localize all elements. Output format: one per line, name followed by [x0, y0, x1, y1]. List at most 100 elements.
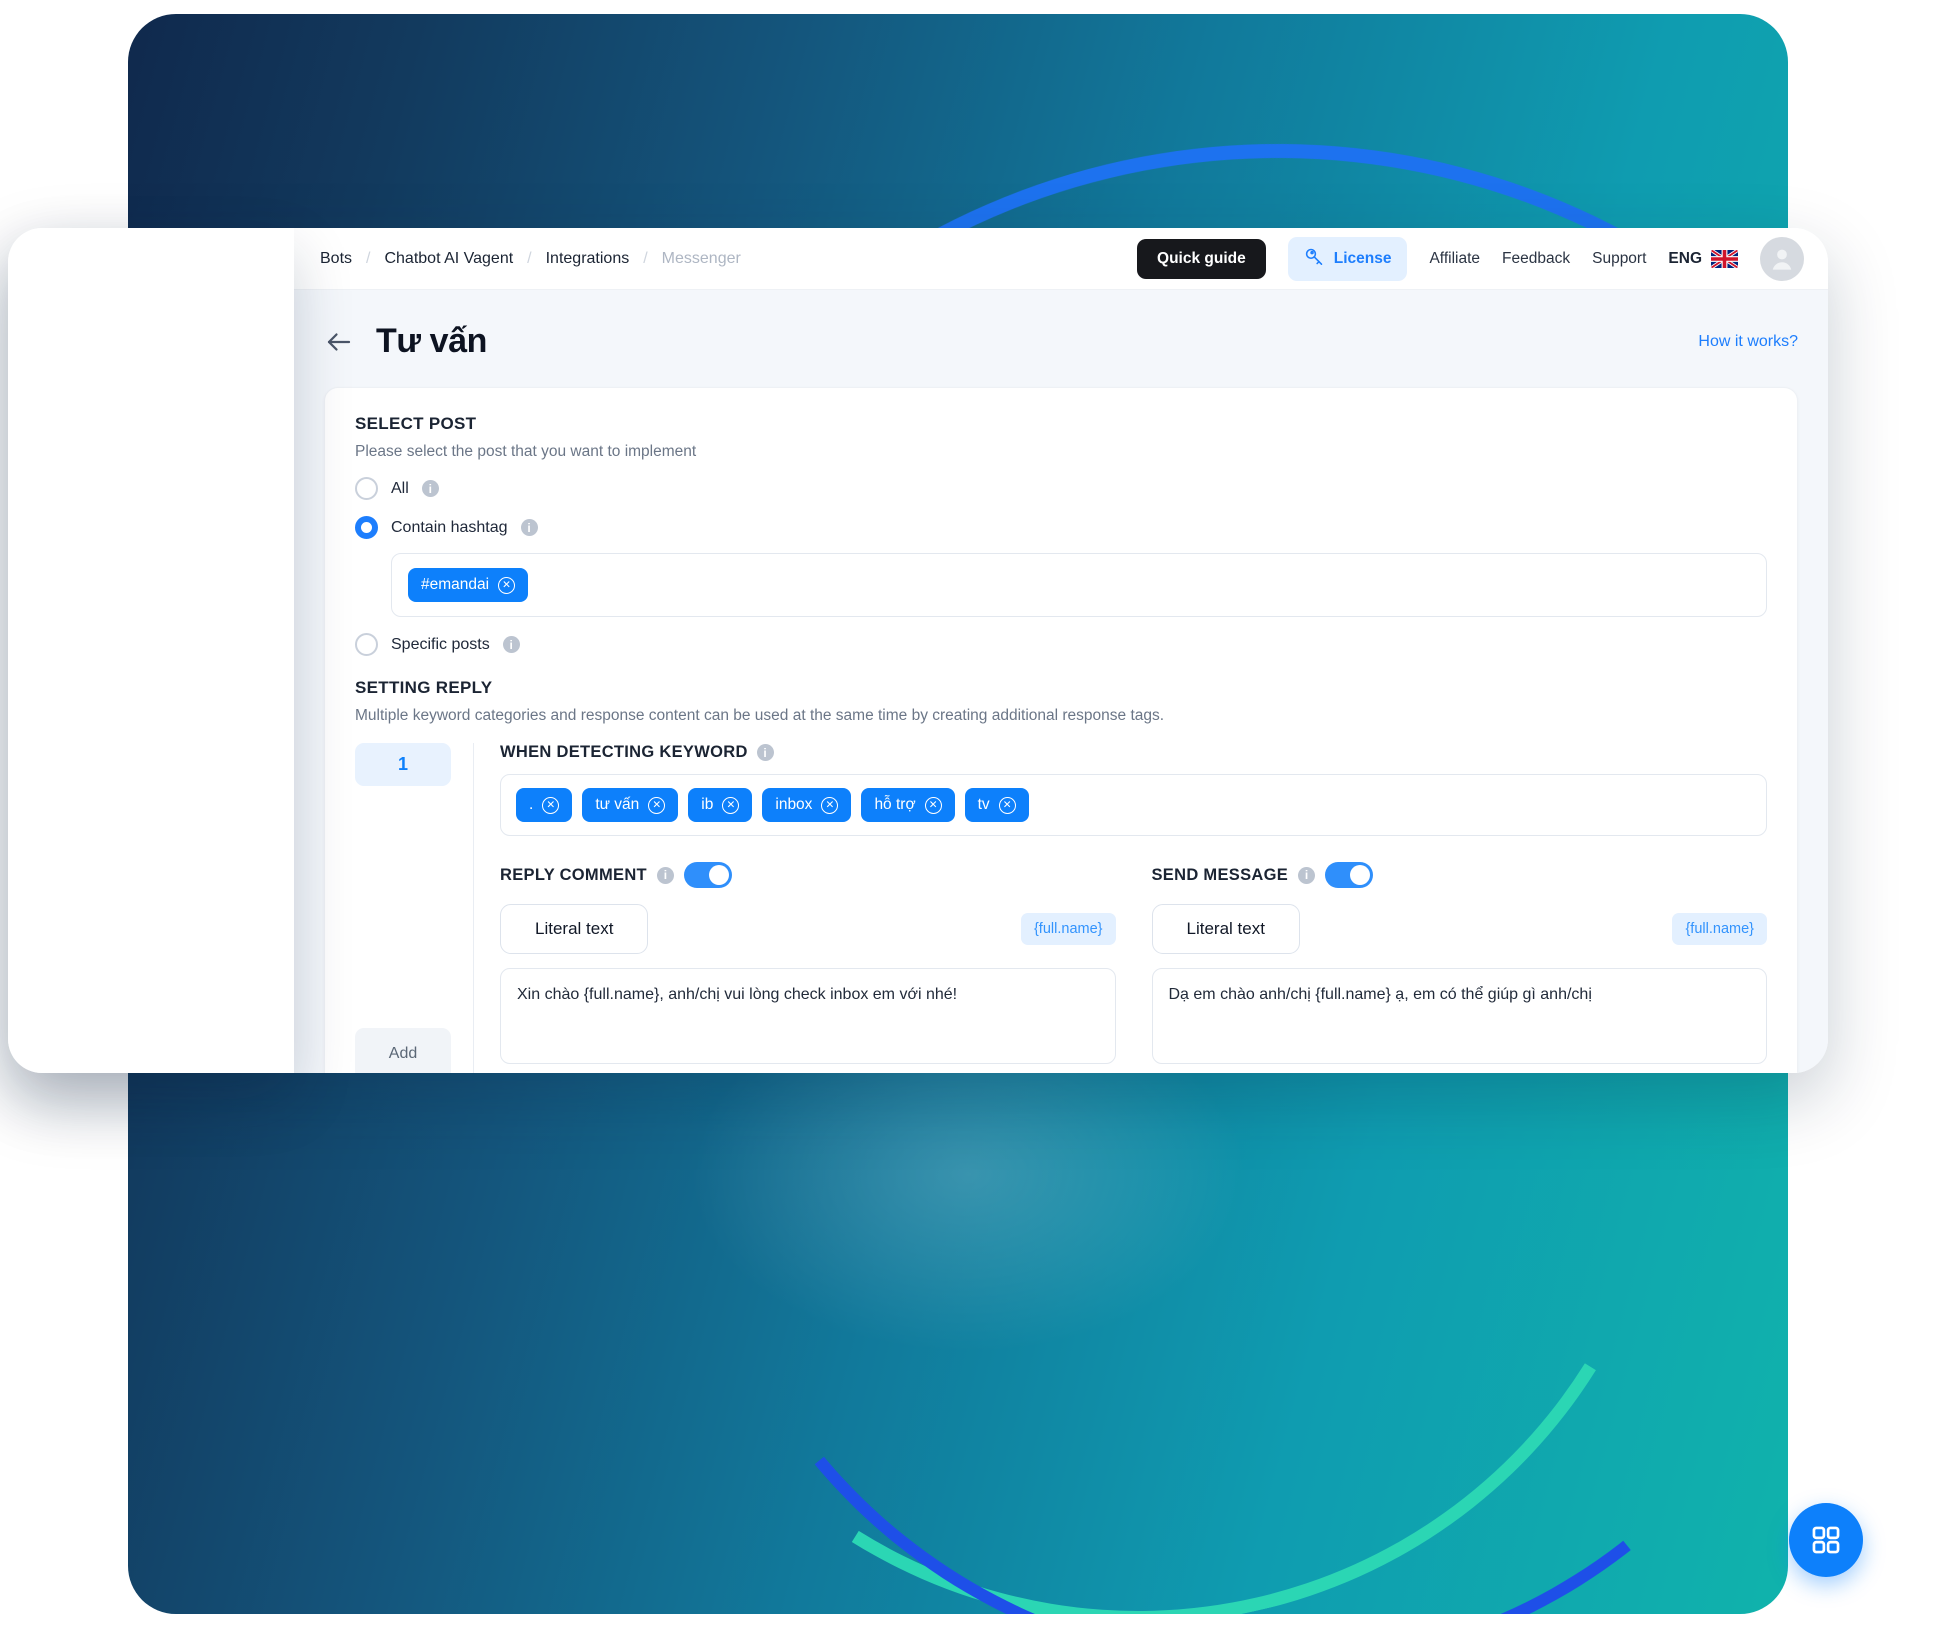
reply-comment-title: REPLY COMMENT — [500, 865, 647, 884]
reply-columns: REPLY COMMENT i Literal text {full.name} — [500, 862, 1767, 1073]
keyword-chip[interactable]: inbox ✕ — [762, 788, 852, 822]
breadcrumb-separator: / — [366, 249, 371, 267]
remove-icon[interactable]: ✕ — [998, 796, 1016, 814]
reply-comment-toolbar: Literal text {full.name} — [500, 904, 1116, 954]
nav-support[interactable]: Support — [1592, 250, 1646, 268]
nav-affiliate[interactable]: Affiliate — [1429, 250, 1480, 268]
breadcrumb-separator: / — [643, 249, 648, 267]
reply-comment-literal-text-button[interactable]: Literal text — [500, 904, 649, 954]
radio-all-label: All — [391, 479, 409, 497]
keyword-chip-label: . — [529, 796, 534, 813]
send-message-toggle[interactable] — [1325, 862, 1374, 888]
radio-all[interactable] — [355, 477, 378, 500]
send-message-variable-chip[interactable]: {full.name} — [1672, 913, 1767, 945]
keyword-chip[interactable]: ib ✕ — [688, 788, 753, 822]
remove-icon[interactable]: ✕ — [648, 796, 666, 814]
reply-comment-toggle[interactable] — [683, 862, 732, 888]
keyword-section-title: WHEN DETECTING KEYWORD i — [500, 743, 1767, 762]
info-icon[interactable]: i — [756, 744, 774, 761]
quick-guide-button[interactable]: Quick guide — [1137, 238, 1266, 279]
send-message-textarea[interactable] — [1151, 968, 1767, 1064]
radio-contain-hashtag-label: Contain hashtag — [391, 518, 508, 536]
toggle-knob — [1350, 865, 1371, 885]
breadcrumb: Bots / Chatbot AI Vagent / Integrations … — [320, 250, 741, 268]
select-post-subtitle: Please select the post that you want to … — [355, 443, 697, 460]
page-header: Tư vấn How it works? — [324, 322, 1798, 361]
page-back-icon[interactable] — [324, 327, 354, 357]
remove-icon[interactable]: ✕ — [722, 796, 740, 814]
breadcrumb-item-bots[interactable]: Bots — [320, 250, 352, 268]
grid-icon — [1812, 1526, 1840, 1554]
reply-tab-column: 1 Add — [355, 743, 473, 1073]
setting-reply-subtitle: Multiple keyword categories and response… — [355, 707, 1165, 724]
user-icon — [1772, 249, 1792, 270]
radio-option-contain-hashtag[interactable]: Contain hashtag i — [355, 516, 1767, 539]
breadcrumb-item-integrations[interactable]: Integrations — [546, 250, 630, 268]
license-label: License — [1333, 249, 1392, 267]
breadcrumb-item-chatbot[interactable]: Chatbot AI Vagent — [384, 250, 513, 268]
reply-comment-textarea[interactable] — [500, 968, 1116, 1064]
keyword-chip[interactable]: hỗ trợ ✕ — [861, 788, 955, 822]
hashtag-input-field[interactable]: #emandai ✕ — [391, 553, 1767, 617]
radio-contain-hashtag[interactable] — [355, 516, 378, 539]
keyword-chip-label: inbox — [775, 796, 813, 813]
reply-tab-1[interactable]: 1 — [355, 743, 451, 786]
reply-comment-header: REPLY COMMENT i — [500, 862, 1116, 888]
keyword-chip-label: tv — [977, 796, 990, 813]
reply-detail-column: WHEN DETECTING KEYWORD i . ✕ tư vấn ✕ ib… — [473, 743, 1767, 1073]
keyword-chip[interactable]: tư vấn ✕ — [582, 788, 679, 822]
radio-specific-posts[interactable] — [355, 633, 378, 656]
keyword-chip[interactable]: . ✕ — [516, 788, 573, 822]
remove-icon[interactable]: ✕ — [542, 796, 560, 814]
uk-flag-icon — [1711, 249, 1738, 268]
toggle-knob — [708, 865, 729, 885]
select-post-title: SELECT POST — [355, 414, 477, 433]
hashtag-chip[interactable]: #emandai ✕ — [408, 568, 529, 602]
page-body: Tư vấn How it works? SELECT POST Please … — [294, 290, 1828, 1073]
keyword-chip[interactable]: tv ✕ — [964, 788, 1029, 822]
reply-grid: 1 Add WHEN DETECTING KEYWORD i . ✕ tư vấ… — [355, 743, 1767, 1073]
page-title: Tư vấn — [376, 322, 488, 360]
info-icon[interactable]: i — [1298, 866, 1316, 884]
keyword-title-label: WHEN DETECTING KEYWORD — [500, 743, 748, 761]
sidebar-panel-backdrop — [8, 228, 294, 1073]
key-icon — [1304, 246, 1325, 272]
radio-specific-posts-label: Specific posts — [391, 635, 490, 653]
send-message-toolbar: Literal text {full.name} — [1151, 904, 1767, 954]
breadcrumb-separator: / — [527, 249, 532, 267]
settings-card: SELECT POST Please select the post that … — [324, 387, 1798, 1073]
apps-grid-fab[interactable] — [1789, 1503, 1863, 1577]
radio-option-specific-posts[interactable]: Specific posts i — [355, 633, 1767, 656]
reply-comment-section: REPLY COMMENT i Literal text {full.name} — [500, 862, 1116, 1073]
how-it-works-link[interactable]: How it works? — [1698, 333, 1798, 351]
avatar[interactable] — [1760, 236, 1804, 281]
setting-reply-title: SETTING REPLY — [355, 678, 493, 697]
reply-comment-variable-chip[interactable]: {full.name} — [1020, 913, 1116, 945]
nav-feedback[interactable]: Feedback — [1502, 250, 1570, 268]
hashtag-chip-label: #emandai — [421, 576, 490, 593]
remove-icon[interactable]: ✕ — [924, 796, 942, 814]
license-button[interactable]: License — [1287, 236, 1408, 281]
send-message-title: SEND MESSAGE — [1151, 865, 1289, 884]
remove-icon[interactable]: ✕ — [498, 576, 516, 594]
content-column: Bots / Chatbot AI Vagent / Integrations … — [294, 228, 1828, 1073]
add-reply-tab-button[interactable]: Add — [355, 1028, 451, 1073]
send-message-section: SEND MESSAGE i Literal text {full.name} — [1151, 862, 1768, 1073]
info-icon[interactable]: i — [421, 480, 439, 497]
info-icon[interactable]: i — [502, 636, 520, 653]
keyword-chip-label: tư vấn — [595, 796, 640, 813]
breadcrumb-item-messenger: Messenger — [661, 249, 741, 267]
send-message-literal-text-button[interactable]: Literal text — [1151, 904, 1300, 954]
send-message-header: SEND MESSAGE i — [1152, 862, 1768, 888]
radio-option-all[interactable]: All i — [355, 477, 1767, 500]
screenshot-root: .EM&AI MAIN Bot Settings Knowledge base — [0, 0, 1947, 1625]
language-label: ENG — [1668, 249, 1702, 267]
remove-icon[interactable]: ✕ — [821, 796, 839, 814]
top-bar: Bots / Chatbot AI Vagent / Integrations … — [294, 228, 1828, 290]
info-icon[interactable]: i — [656, 866, 674, 884]
info-icon[interactable]: i — [520, 519, 538, 536]
keyword-input-field[interactable]: . ✕ tư vấn ✕ ib ✕ inbox ✕ hỗ trợ ✕ tv ✕ — [500, 774, 1767, 836]
keyword-chip-label: hỗ trợ — [874, 796, 916, 813]
language-selector[interactable]: ENG — [1668, 249, 1738, 268]
keyword-chip-label: ib — [701, 796, 714, 813]
